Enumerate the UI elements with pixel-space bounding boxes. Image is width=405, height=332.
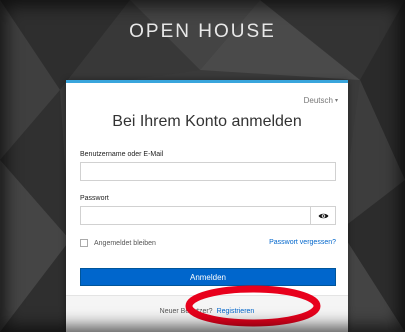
login-card: Deutsch ▾ Bei Ihrem Konto anmelden Benutz… (66, 80, 348, 332)
password-label: Passwort (80, 195, 109, 202)
language-label: Deutsch (303, 96, 333, 105)
password-input[interactable] (80, 206, 336, 225)
remember-me-label[interactable]: Angemeldet bleiben (94, 240, 156, 247)
login-button[interactable]: Anmelden (80, 268, 336, 286)
register-prompt: Neuer Benutzer? Registrieren (66, 308, 348, 315)
remember-me-checkbox[interactable] (80, 239, 88, 247)
language-selector[interactable]: Deutsch ▾ (304, 96, 338, 105)
forgot-password-link[interactable]: Passwort vergessen? (269, 239, 336, 246)
new-user-text: Neuer Benutzer? (159, 308, 213, 315)
caret-down-icon: ▾ (334, 98, 338, 104)
remember-me-row: Angemeldet bleiben (80, 239, 156, 247)
eye-icon (318, 213, 329, 218)
password-visibility-toggle[interactable] (310, 206, 336, 225)
username-input[interactable] (80, 162, 336, 181)
card-footer: Neuer Benutzer? Registrieren (66, 295, 348, 332)
username-label: Benutzername oder E-Mail (80, 151, 164, 158)
login-title: Bei Ihrem Konto anmelden (112, 113, 302, 130)
app-title: OPEN HOUSE (129, 21, 276, 42)
register-link[interactable]: Registrieren (217, 308, 255, 315)
